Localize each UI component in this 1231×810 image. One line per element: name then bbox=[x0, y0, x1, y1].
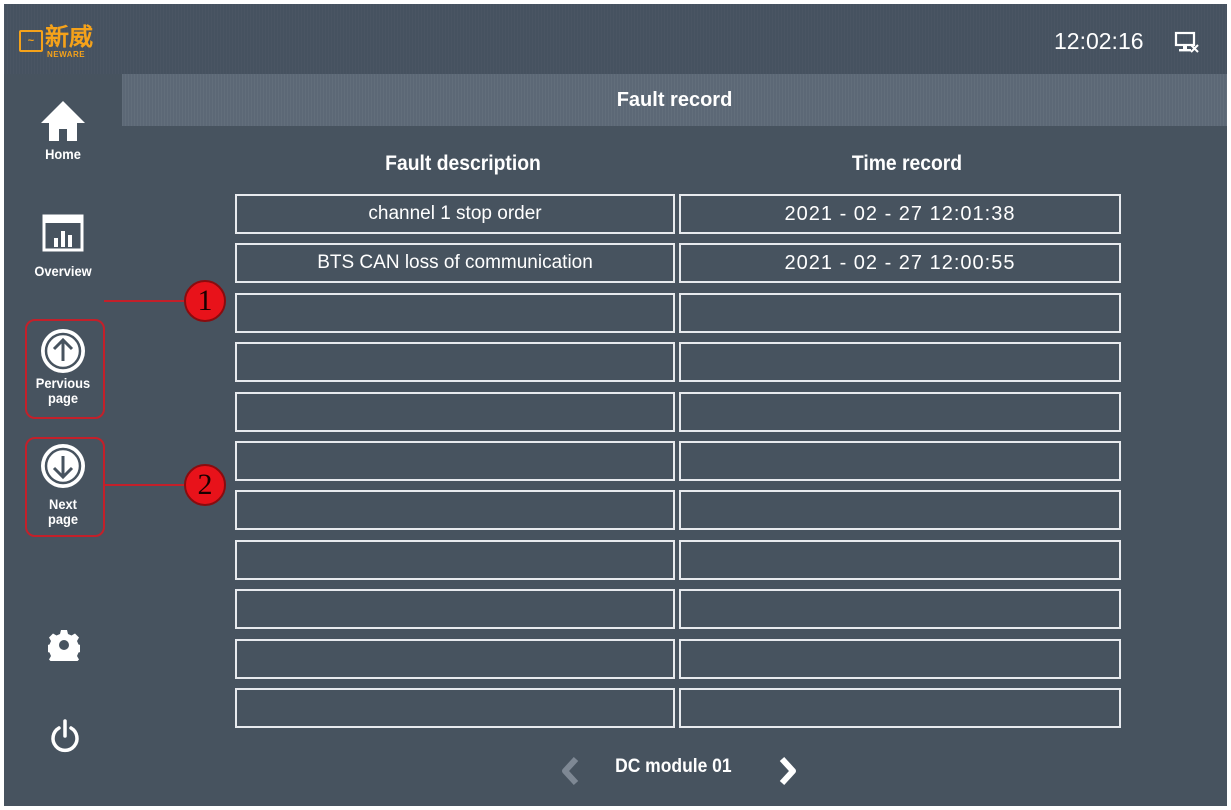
power-icon[interactable] bbox=[50, 719, 80, 753]
clock: 12:02:16 bbox=[1054, 28, 1144, 54]
time-record-cell bbox=[679, 392, 1121, 432]
next-page-label-2: page bbox=[47, 511, 79, 527]
previous-page-label-1: Pervious bbox=[35, 375, 91, 391]
time-record-cell bbox=[679, 490, 1121, 530]
time-record-cell: 2021 - 02 - 27 12:00:55 bbox=[679, 243, 1121, 283]
arrow-down-circle-icon bbox=[41, 444, 85, 488]
chevron-left-icon[interactable] bbox=[558, 756, 582, 786]
time-record-cell bbox=[679, 342, 1121, 382]
fault-description-cell bbox=[235, 639, 675, 679]
logo-text-en: NEWARE bbox=[47, 50, 86, 59]
fault-description-cell bbox=[235, 293, 675, 333]
fault-description-cell bbox=[235, 540, 675, 580]
callout-1-leader bbox=[104, 300, 186, 302]
network-disconnected-icon[interactable] bbox=[1174, 30, 1200, 54]
logo-mark-icon: ~ bbox=[19, 30, 43, 52]
column-header-time: Time record bbox=[851, 152, 963, 175]
page-title: Fault record bbox=[122, 74, 1227, 126]
time-record-cell bbox=[679, 293, 1121, 333]
overview-label: Overview bbox=[34, 263, 92, 279]
overview-button[interactable]: Overview bbox=[4, 214, 122, 279]
fault-description-cell bbox=[235, 392, 675, 432]
fault-description-cell bbox=[235, 490, 675, 530]
arrow-up-circle-icon bbox=[41, 329, 85, 373]
neware-logo: ~ 新威 NEWARE bbox=[19, 24, 111, 60]
logo-text-cn: 新威 bbox=[45, 23, 93, 51]
overview-chart-icon bbox=[42, 214, 84, 252]
module-label: DC module 01 bbox=[615, 756, 732, 777]
previous-page-label-2: page bbox=[47, 390, 79, 406]
fault-description-cell: BTS CAN loss of communication bbox=[235, 243, 675, 283]
chevron-right-icon[interactable] bbox=[776, 756, 800, 786]
callout-2-leader bbox=[104, 484, 186, 486]
fault-description-cell: channel 1 stop order bbox=[235, 194, 675, 234]
settings-gear-icon[interactable] bbox=[48, 629, 80, 661]
module-pager: DC module 01 bbox=[122, 746, 1227, 794]
app-screen: ~ 新威 NEWARE 12:02:16 Home Overview Pervi… bbox=[4, 4, 1227, 806]
time-record-cell bbox=[679, 441, 1121, 481]
fault-description-cell bbox=[235, 589, 675, 629]
sidebar: Home Overview Pervious page Next page bbox=[4, 74, 122, 806]
time-record-cell bbox=[679, 589, 1121, 629]
home-label: Home bbox=[45, 146, 81, 162]
next-page-label-1: Next bbox=[49, 496, 77, 512]
time-record-cell bbox=[679, 688, 1121, 728]
fault-description-cell bbox=[235, 688, 675, 728]
callout-1-badge: 1 bbox=[184, 280, 226, 322]
top-bar: ~ 新威 NEWARE 12:02:16 bbox=[4, 4, 1227, 74]
fault-description-cell bbox=[235, 441, 675, 481]
time-record-cell bbox=[679, 639, 1121, 679]
callout-2-badge: 2 bbox=[184, 464, 226, 506]
column-header-description: Fault description bbox=[385, 152, 541, 175]
fault-record-panel: Fault record Fault description Time reco… bbox=[122, 74, 1227, 806]
home-icon bbox=[41, 101, 85, 141]
previous-page-button[interactable]: Pervious page bbox=[4, 328, 122, 406]
time-record-cell: 2021 - 02 - 27 12:01:38 bbox=[679, 194, 1121, 234]
home-button[interactable]: Home bbox=[4, 99, 122, 162]
time-record-cell bbox=[679, 540, 1121, 580]
fault-description-cell bbox=[235, 342, 675, 382]
